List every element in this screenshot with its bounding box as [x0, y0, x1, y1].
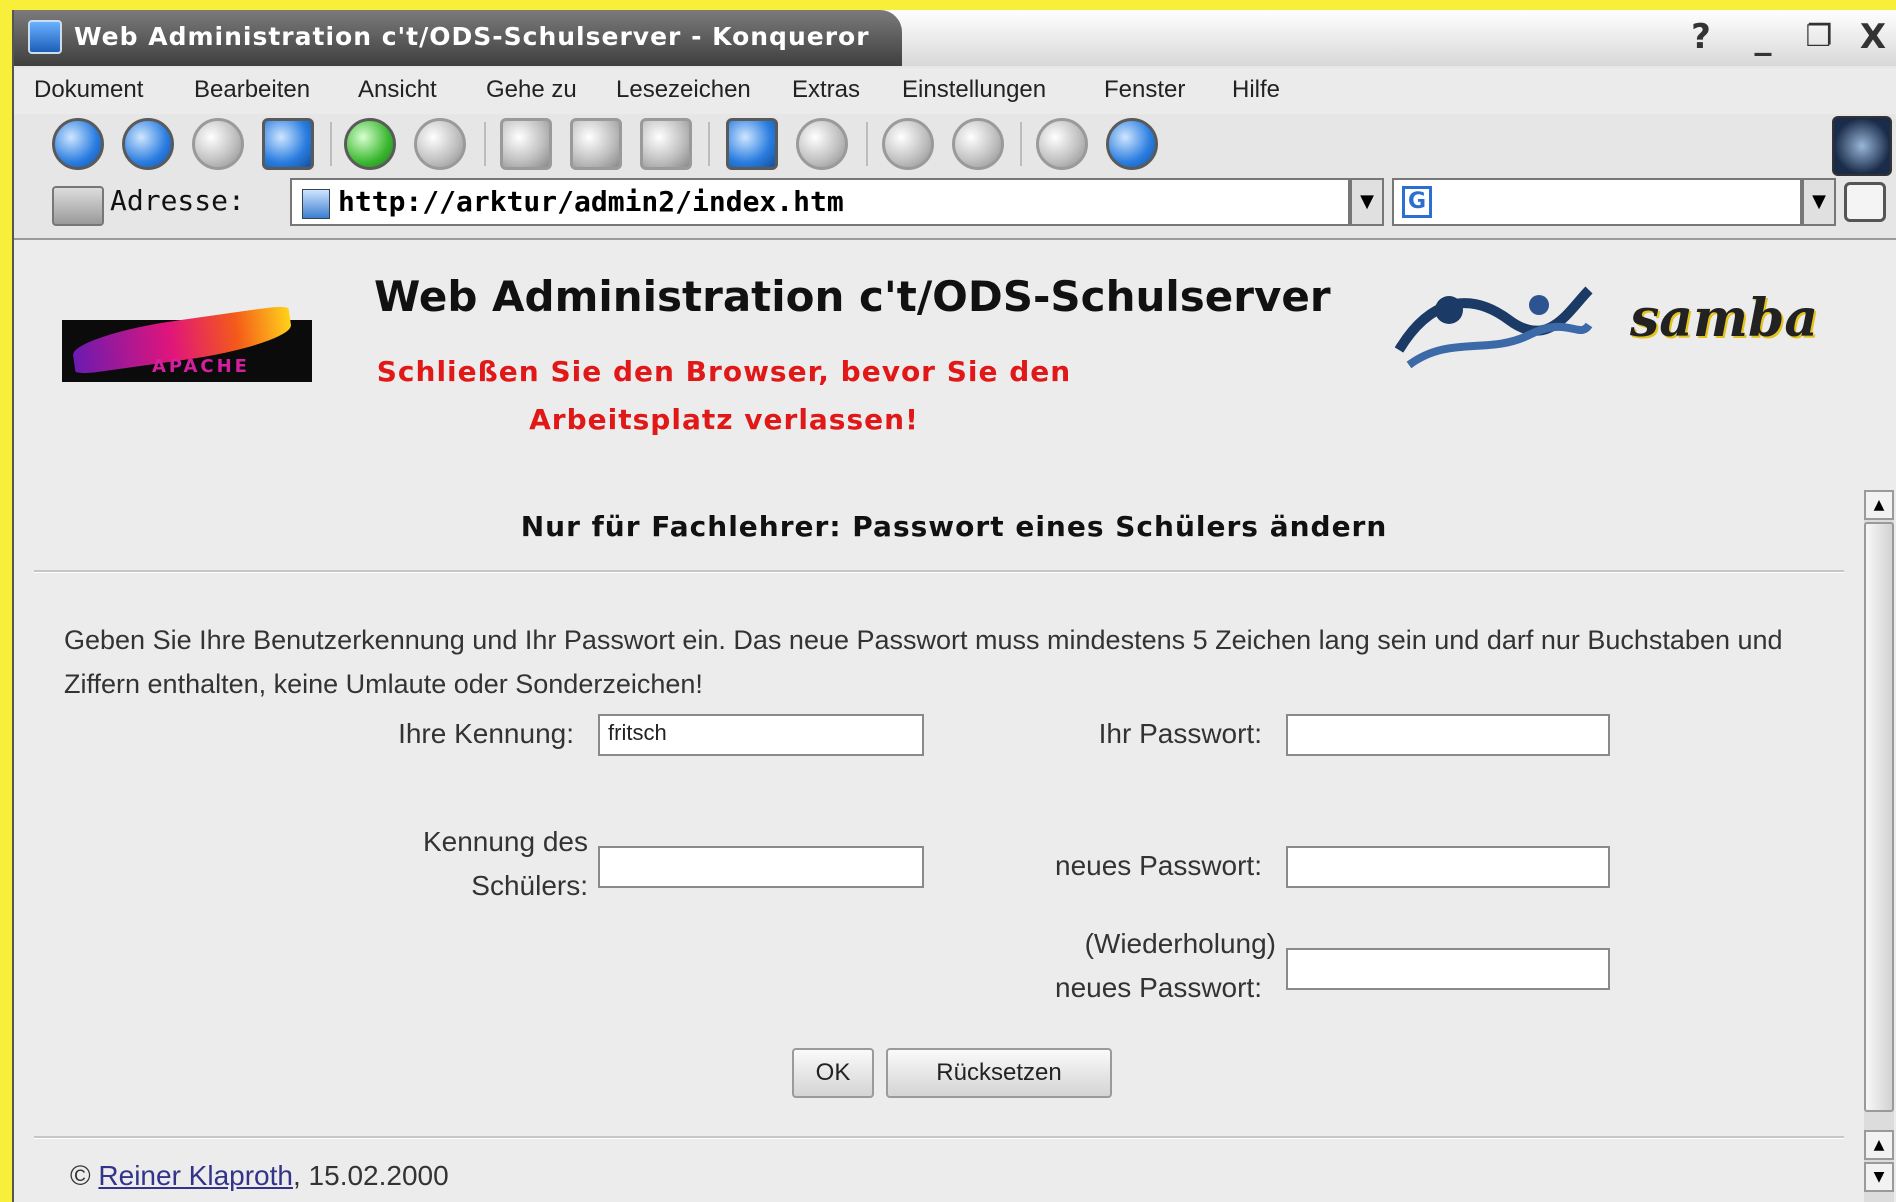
scroll-up-icon[interactable]: ▲: [1864, 490, 1894, 520]
menu-extras[interactable]: Extras: [792, 76, 860, 104]
menu-ansicht[interactable]: Ansicht: [358, 76, 437, 104]
toolbar-separator: [1020, 122, 1022, 166]
konqueror-app-icon[interactable]: [28, 20, 62, 54]
neues-passwort-input[interactable]: [1286, 846, 1610, 888]
find-icon[interactable]: [796, 118, 848, 170]
address-label: Adresse:: [110, 184, 245, 217]
kennung-input[interactable]: fritsch: [598, 714, 924, 756]
neues-passwort-label: neues Passwort:: [1055, 850, 1262, 881]
web-search-input[interactable]: G: [1392, 178, 1802, 226]
address-dropdown-icon[interactable]: ▼: [1350, 178, 1384, 226]
title-bar[interactable]: Web Administration c't/ODS-Schulserver -…: [14, 10, 1896, 66]
globe-icon[interactable]: [1106, 118, 1158, 170]
author-link[interactable]: Reiner Klaproth: [98, 1160, 293, 1191]
menu-einstellungen[interactable]: Einstellungen: [902, 76, 1046, 104]
back-icon[interactable]: [52, 118, 104, 170]
minimize-icon[interactable]: _: [1740, 16, 1786, 58]
schueler-kennung-label: Kennung des Schülers:: [314, 820, 588, 908]
divider: [34, 570, 1844, 573]
passwort-input[interactable]: [1286, 714, 1610, 756]
passwort-label: Ihr Passwort:: [1098, 718, 1262, 749]
scroll-down-icon[interactable]: ▲: [1864, 1130, 1894, 1160]
maximize-icon[interactable]: ❐: [1796, 16, 1842, 58]
menu-bearbeiten[interactable]: Bearbeiten: [194, 76, 310, 104]
warning-message: Schließen Sie den Browser, bevor Sie den…: [344, 348, 1104, 444]
go-icon[interactable]: [1844, 182, 1886, 222]
copyright-symbol: ©: [70, 1160, 91, 1191]
toolbar-separator: [708, 122, 710, 166]
page-content: APACHE Web Administration c't/ODS-Schuls…: [14, 238, 1896, 1202]
footer-date: , 15.02.2000: [292, 1160, 449, 1191]
schueler-kennung-input[interactable]: [598, 846, 924, 888]
apache-logo: APACHE: [62, 304, 312, 382]
samba-logo: samba: [1630, 288, 1819, 349]
copy-icon[interactable]: [570, 118, 622, 170]
security-icon[interactable]: [1036, 118, 1088, 170]
ok-button[interactable]: OK: [792, 1048, 874, 1098]
toolbar-separator: [484, 122, 486, 166]
cut-icon[interactable]: [500, 118, 552, 170]
window-title: Web Administration c't/ODS-Schulserver -…: [74, 22, 870, 51]
page-title: Web Administration c't/ODS-Schulserver: [374, 272, 1331, 321]
address-input[interactable]: http://arktur/admin2/index.htm: [290, 178, 1350, 226]
schueler-label-line-2: Schülers:: [471, 870, 588, 901]
help-icon[interactable]: ?: [1678, 16, 1724, 58]
wiederholung-passwort-input[interactable]: [1286, 948, 1610, 990]
menu-gehe-zu[interactable]: Gehe zu: [486, 76, 577, 104]
reset-button[interactable]: Rücksetzen: [886, 1048, 1112, 1098]
reload-icon[interactable]: [344, 118, 396, 170]
menu-dokument[interactable]: Dokument: [34, 76, 143, 104]
konqueror-window: Web Administration c't/ODS-Schulserver -…: [12, 10, 1896, 1202]
warning-line-1: Schließen Sie den Browser, bevor Sie den: [376, 355, 1072, 388]
footer: © Reiner Klaproth, 15.02.2000: [70, 1160, 449, 1192]
throbber-icon[interactable]: [1832, 116, 1892, 176]
search-dropdown-icon[interactable]: ▼: [1802, 178, 1836, 226]
clear-location-icon[interactable]: [52, 186, 104, 226]
toolbar-separator: [330, 122, 332, 166]
instructions-text: Geben Sie Ihre Benutzerkennung und Ihr P…: [64, 625, 1783, 699]
google-search-icon[interactable]: G: [1402, 186, 1432, 218]
samba-dancers-image: [1394, 286, 1593, 369]
home-icon[interactable]: [262, 118, 314, 170]
stop-icon[interactable]: [414, 118, 466, 170]
paste-icon[interactable]: [640, 118, 692, 170]
wiederholung-line-1: (Wiederholung): [1084, 928, 1276, 959]
divider: [34, 1136, 1844, 1139]
zoom-in-icon[interactable]: [882, 118, 934, 170]
location-bar: Adresse: http://arktur/admin2/index.htm …: [14, 178, 1896, 232]
menu-fenster[interactable]: Fenster: [1104, 76, 1185, 104]
close-icon[interactable]: X: [1850, 16, 1896, 58]
address-url[interactable]: http://arktur/admin2/index.htm: [338, 185, 844, 218]
forward-icon[interactable]: [122, 118, 174, 170]
menu-bar: Dokument Bearbeiten Ansicht Gehe zu Lese…: [14, 68, 1896, 114]
toolbar-separator: [866, 122, 868, 166]
section-heading: Nur für Fachlehrer: Passwort eines Schül…: [520, 510, 1388, 543]
menu-hilfe[interactable]: Hilfe: [1232, 76, 1280, 104]
up-icon[interactable]: [192, 118, 244, 170]
warning-line-2: Arbeitsplatz verlassen!: [529, 403, 919, 436]
main-toolbar: [14, 114, 1896, 176]
scroll-thumb[interactable]: [1864, 522, 1894, 1112]
kennung-label: Ihre Kennung:: [398, 718, 574, 749]
menu-lesezeichen[interactable]: Lesezeichen: [616, 76, 751, 104]
vertical-scrollbar[interactable]: ▲ ▲ ▼: [1864, 490, 1894, 1202]
scroll-down-icon[interactable]: ▼: [1864, 1162, 1894, 1192]
wiederholung-line-2: neues Passwort:: [1055, 972, 1262, 1003]
zoom-out-icon[interactable]: [952, 118, 1004, 170]
page-favicon-icon: [302, 189, 330, 219]
print-icon[interactable]: [726, 118, 778, 170]
apache-logo-text: APACHE: [152, 356, 250, 377]
title-tab: Web Administration c't/ODS-Schulserver -…: [14, 10, 902, 66]
wiederholung-label: (Wiederholung) neues Passwort:: [954, 922, 1276, 1010]
schueler-label-line-1: Kennung des: [422, 826, 588, 857]
